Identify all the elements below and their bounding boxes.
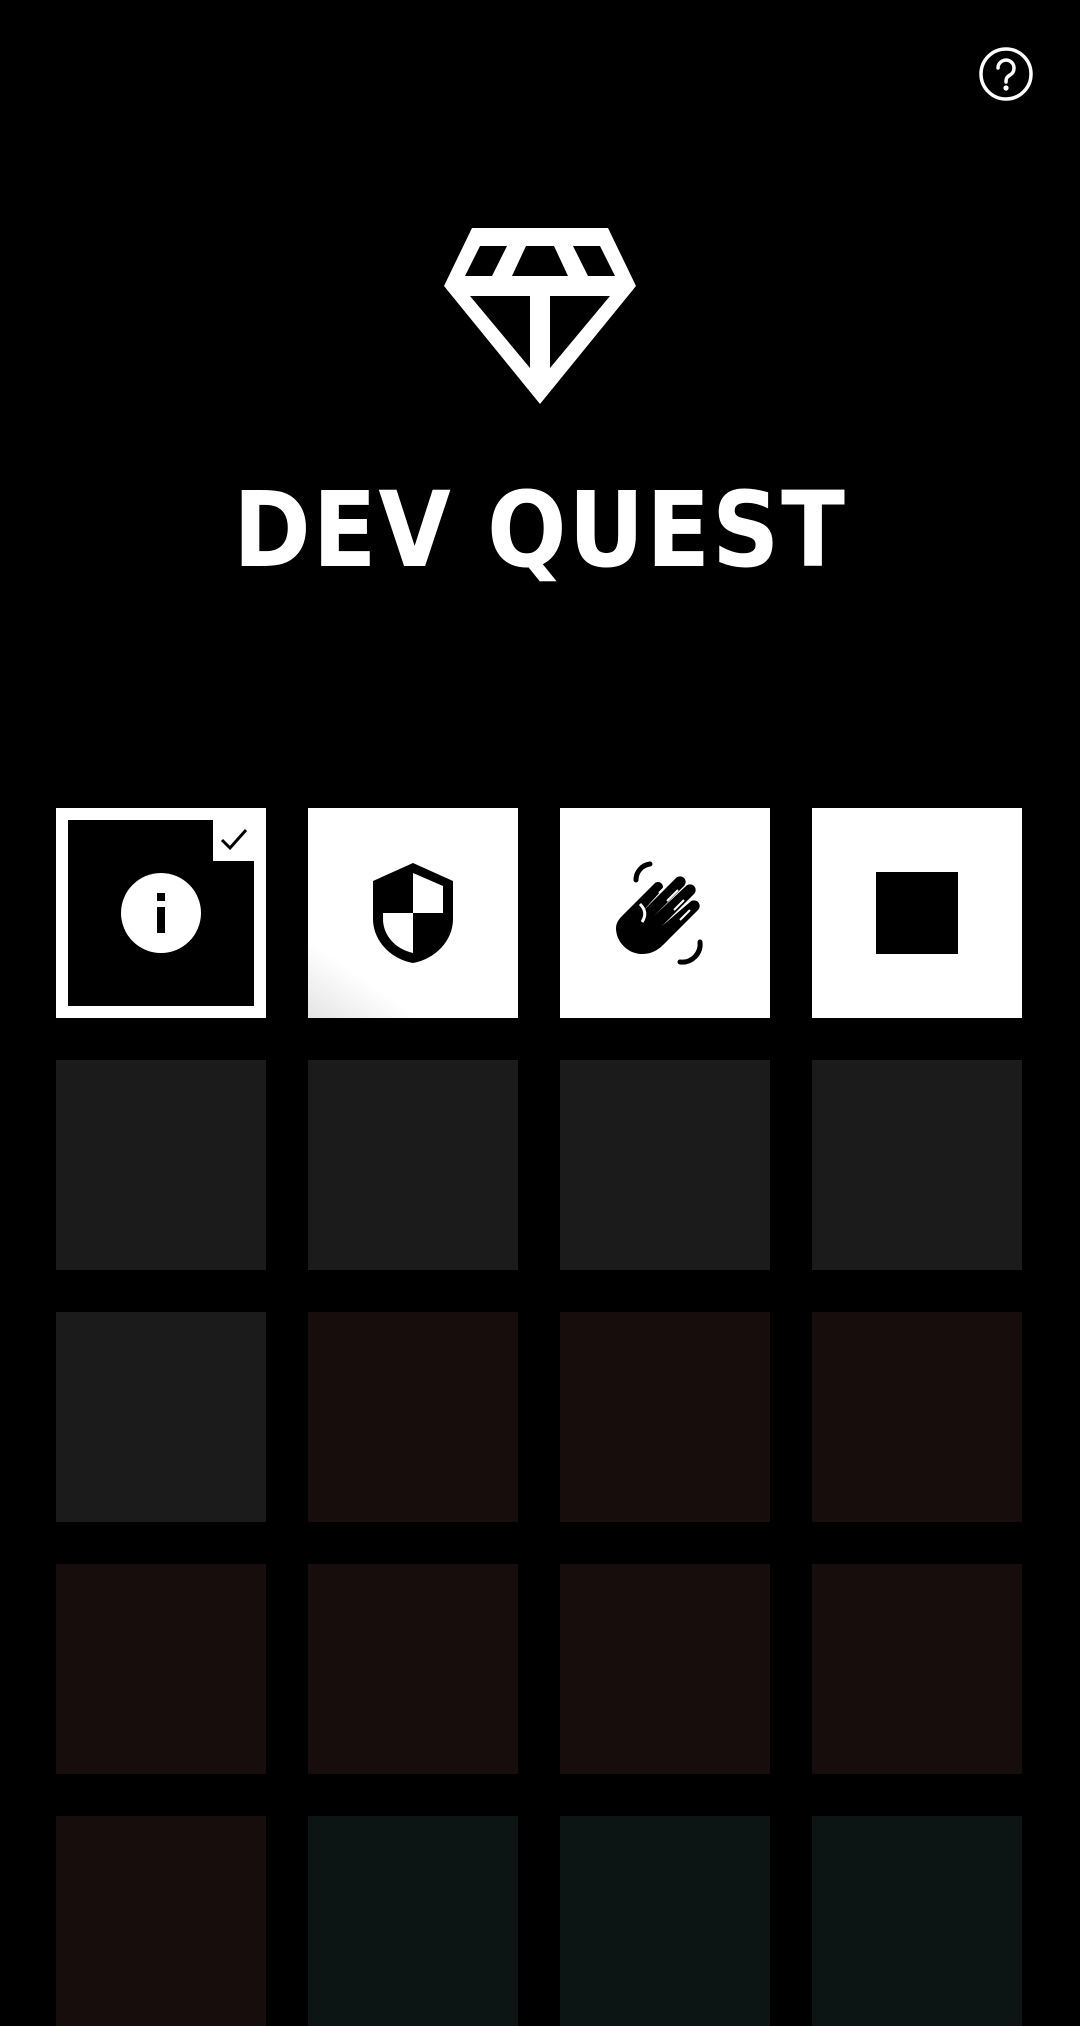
quest-tile-stop[interactable] — [812, 808, 1022, 1018]
quest-tile-locked[interactable] — [308, 1564, 518, 1774]
quest-tile-locked[interactable] — [560, 1816, 770, 2026]
completed-badge — [213, 819, 255, 861]
quest-tile-locked[interactable] — [56, 1060, 266, 1270]
waving-hand-icon — [616, 861, 703, 965]
info-icon — [121, 873, 201, 953]
quest-tile-locked[interactable] — [56, 1564, 266, 1774]
quest-grid — [56, 808, 1024, 2026]
quest-tile-security[interactable] — [308, 808, 518, 1018]
quest-tile-locked[interactable] — [308, 1060, 518, 1270]
quest-tile-locked[interactable] — [560, 1060, 770, 1270]
app-logo — [440, 226, 640, 406]
quest-tile-info[interactable] — [56, 808, 266, 1018]
app-title: DEV QUEST — [233, 469, 847, 591]
quest-tile-locked[interactable] — [560, 1564, 770, 1774]
stop-icon — [876, 872, 958, 954]
help-circle-icon — [979, 47, 1033, 101]
quest-tile-locked[interactable] — [308, 1312, 518, 1522]
quest-tile-locked[interactable] — [560, 1312, 770, 1522]
quest-tile-gestures[interactable] — [560, 808, 770, 1018]
checkmark-icon — [220, 829, 248, 851]
quest-tile-locked[interactable] — [56, 1816, 266, 2026]
quest-tile-locked[interactable] — [308, 1816, 518, 2026]
diamond-icon — [444, 228, 636, 404]
help-button[interactable] — [978, 46, 1034, 102]
shield-icon — [373, 863, 453, 963]
quest-tile-locked[interactable] — [812, 1816, 1022, 2026]
quest-tile-locked[interactable] — [812, 1312, 1022, 1522]
quest-tile-locked[interactable] — [812, 1564, 1022, 1774]
quest-tile-locked[interactable] — [56, 1312, 266, 1522]
quest-tile-locked[interactable] — [812, 1060, 1022, 1270]
